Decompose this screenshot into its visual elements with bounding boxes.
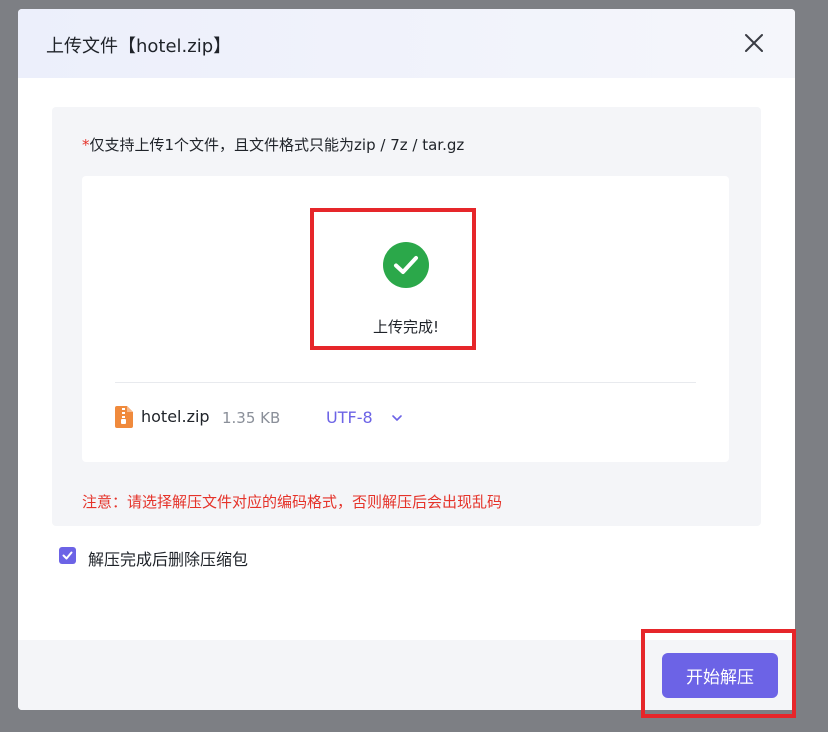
divider	[115, 382, 696, 383]
check-circle-icon	[383, 242, 429, 288]
dialog-header: 上传文件【hotel.zip】	[18, 9, 795, 78]
upload-hint: *仅支持上传1个文件，且文件格式只能为zip / 7z / tar.gz	[82, 134, 464, 155]
delete-after-extract-option[interactable]: 解压完成后删除压缩包	[59, 545, 319, 569]
dialog-footer: 开始解压	[18, 640, 795, 710]
close-button[interactable]	[743, 32, 765, 54]
upload-result-card: 上传完成! hotel.zip 1.35 KB UTF-8	[82, 176, 729, 462]
chevron-down-icon	[392, 415, 402, 421]
delete-after-extract-label: 解压完成后删除压缩包	[88, 550, 249, 569]
upload-status-text: 上传完成!	[372, 318, 439, 336]
file-size: 1.35 KB	[222, 409, 281, 427]
encoding-warning: 注意：请选择解压文件对应的编码格式，否则解压后会出现乱码	[82, 493, 503, 511]
start-extract-button[interactable]: 开始解压	[662, 653, 778, 698]
dialog-title: 上传文件【hotel.zip】	[46, 36, 232, 57]
upload-dialog: 上传文件【hotel.zip】 *仅支持上传1个文件，且文件格式只能为zip /…	[18, 9, 795, 710]
delete-after-extract-checkbox[interactable]	[59, 547, 76, 564]
upload-panel: *仅支持上传1个文件，且文件格式只能为zip / 7z / tar.gz 上传完…	[52, 107, 761, 526]
upload-hint-text: 仅支持上传1个文件，且文件格式只能为zip / 7z / tar.gz	[89, 136, 465, 154]
file-name: hotel.zip	[141, 407, 210, 426]
encoding-select[interactable]: UTF-8	[326, 405, 410, 431]
zip-file-icon	[115, 406, 133, 428]
required-mark: *	[82, 136, 90, 154]
close-icon	[745, 34, 763, 52]
encoding-value: UTF-8	[326, 408, 373, 427]
file-row: hotel.zip 1.35 KB UTF-8	[115, 406, 415, 430]
check-icon	[62, 551, 73, 560]
